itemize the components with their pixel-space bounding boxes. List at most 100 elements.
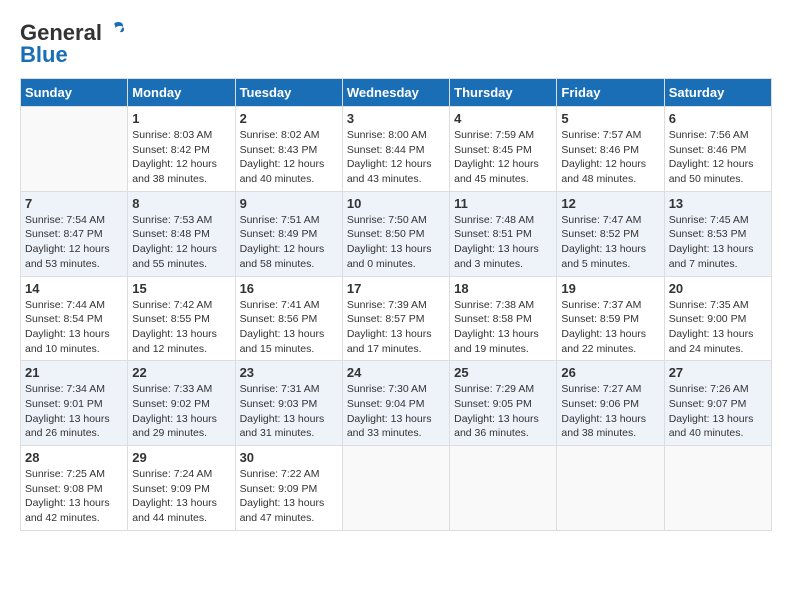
calendar-header-row: SundayMondayTuesdayWednesdayThursdayFrid… — [21, 79, 772, 107]
column-header-monday: Monday — [128, 79, 235, 107]
calendar-cell: 18 Sunrise: 7:38 AMSunset: 8:58 PMDayligh… — [450, 276, 557, 361]
calendar-week-3: 14 Sunrise: 7:44 AMSunset: 8:54 PMDayligh… — [21, 276, 772, 361]
calendar-cell: 26 Sunrise: 7:27 AMSunset: 9:06 PMDayligh… — [557, 361, 664, 446]
day-number: 7 — [25, 196, 123, 211]
day-number: 17 — [347, 281, 445, 296]
day-info: Sunrise: 7:34 AMSunset: 9:01 PMDaylight:… — [25, 382, 123, 441]
calendar-cell: 20Sunrise: 7:35 AMSunset: 9:00 PMDayligh… — [664, 276, 771, 361]
calendar: SundayMondayTuesdayWednesdayThursdayFrid… — [20, 78, 772, 531]
calendar-cell: 24 Sunrise: 7:30 AMSunset: 9:04 PMDayligh… — [342, 361, 449, 446]
calendar-cell: 16 Sunrise: 7:41 AMSunset: 8:56 PMDayligh… — [235, 276, 342, 361]
day-info: Sunrise: 7:26 AMSunset: 9:07 PMDaylight:… — [669, 382, 767, 441]
day-number: 9 — [240, 196, 338, 211]
calendar-cell: 21Sunrise: 7:34 AMSunset: 9:01 PMDayligh… — [21, 361, 128, 446]
day-info: Sunrise: 7:51 AMSunset: 8:49 PMDaylight:… — [240, 213, 338, 272]
day-info: Sunrise: 7:56 AMSunset: 8:46 PMDaylight:… — [669, 128, 767, 187]
calendar-cell: 9 Sunrise: 7:51 AMSunset: 8:49 PMDaylight… — [235, 191, 342, 276]
day-info: Sunrise: 8:02 AMSunset: 8:43 PMDaylight:… — [240, 128, 338, 187]
day-info: Sunrise: 7:53 AMSunset: 8:48 PMDaylight:… — [132, 213, 230, 272]
calendar-cell: 19 Sunrise: 7:37 AMSunset: 8:59 PMDayligh… — [557, 276, 664, 361]
day-number: 3 — [347, 111, 445, 126]
column-header-friday: Friday — [557, 79, 664, 107]
calendar-cell — [664, 446, 771, 531]
day-info: Sunrise: 7:50 AMSunset: 8:50 PMDaylight:… — [347, 213, 445, 272]
day-number: 13 — [669, 196, 767, 211]
calendar-cell: 30 Sunrise: 7:22 AMSunset: 9:09 PMDayligh… — [235, 446, 342, 531]
day-number: 18 — [454, 281, 552, 296]
day-info: Sunrise: 7:41 AMSunset: 8:56 PMDaylight:… — [240, 298, 338, 357]
column-header-saturday: Saturday — [664, 79, 771, 107]
calendar-cell: 12Sunrise: 7:47 AMSunset: 8:52 PMDayligh… — [557, 191, 664, 276]
day-info: Sunrise: 7:44 AMSunset: 8:54 PMDaylight:… — [25, 298, 123, 357]
day-info: Sunrise: 8:03 AMSunset: 8:42 PMDaylight:… — [132, 128, 230, 187]
day-info: Sunrise: 7:48 AMSunset: 8:51 PMDaylight:… — [454, 213, 552, 272]
calendar-week-4: 21Sunrise: 7:34 AMSunset: 9:01 PMDayligh… — [21, 361, 772, 446]
calendar-cell — [21, 107, 128, 192]
day-info: Sunrise: 7:37 AMSunset: 8:59 PMDaylight:… — [561, 298, 659, 357]
day-info: Sunrise: 7:24 AMSunset: 9:09 PMDaylight:… — [132, 467, 230, 526]
day-info: Sunrise: 7:29 AMSunset: 9:05 PMDaylight:… — [454, 382, 552, 441]
column-header-wednesday: Wednesday — [342, 79, 449, 107]
logo-bird-icon — [104, 20, 126, 42]
day-number: 29 — [132, 450, 230, 465]
day-info: Sunrise: 7:39 AMSunset: 8:57 PMDaylight:… — [347, 298, 445, 357]
calendar-week-1: 1Sunrise: 8:03 AMSunset: 8:42 PMDaylight… — [21, 107, 772, 192]
column-header-tuesday: Tuesday — [235, 79, 342, 107]
calendar-week-2: 7 Sunrise: 7:54 AMSunset: 8:47 PMDaylight… — [21, 191, 772, 276]
calendar-cell — [342, 446, 449, 531]
day-info: Sunrise: 7:33 AMSunset: 9:02 PMDaylight:… — [132, 382, 230, 441]
calendar-cell: 17 Sunrise: 7:39 AMSunset: 8:57 PMDayligh… — [342, 276, 449, 361]
day-info: Sunrise: 7:38 AMSunset: 8:58 PMDaylight:… — [454, 298, 552, 357]
calendar-cell: 7 Sunrise: 7:54 AMSunset: 8:47 PMDaylight… — [21, 191, 128, 276]
day-number: 4 — [454, 111, 552, 126]
calendar-cell: 2 Sunrise: 8:02 AMSunset: 8:43 PMDaylight… — [235, 107, 342, 192]
day-info: Sunrise: 7:47 AMSunset: 8:52 PMDaylight:… — [561, 213, 659, 272]
calendar-cell — [557, 446, 664, 531]
day-info: Sunrise: 7:22 AMSunset: 9:09 PMDaylight:… — [240, 467, 338, 526]
day-number: 15 — [132, 281, 230, 296]
calendar-cell: 5 Sunrise: 7:57 AMSunset: 8:46 PMDaylight… — [557, 107, 664, 192]
logo: General Blue — [20, 20, 126, 68]
day-number: 19 — [561, 281, 659, 296]
day-info: Sunrise: 7:54 AMSunset: 8:47 PMDaylight:… — [25, 213, 123, 272]
day-number: 2 — [240, 111, 338, 126]
day-number: 26 — [561, 365, 659, 380]
calendar-cell: 15Sunrise: 7:42 AMSunset: 8:55 PMDayligh… — [128, 276, 235, 361]
day-number: 27 — [669, 365, 767, 380]
day-number: 6 — [669, 111, 767, 126]
calendar-cell — [450, 446, 557, 531]
column-header-sunday: Sunday — [21, 79, 128, 107]
calendar-cell: 11Sunrise: 7:48 AMSunset: 8:51 PMDayligh… — [450, 191, 557, 276]
calendar-cell: 23 Sunrise: 7:31 AMSunset: 9:03 PMDayligh… — [235, 361, 342, 446]
day-info: Sunrise: 7:35 AMSunset: 9:00 PMDaylight:… — [669, 298, 767, 357]
day-number: 30 — [240, 450, 338, 465]
day-info: Sunrise: 7:30 AMSunset: 9:04 PMDaylight:… — [347, 382, 445, 441]
calendar-cell: 22 Sunrise: 7:33 AMSunset: 9:02 PMDayligh… — [128, 361, 235, 446]
calendar-cell: 27 Sunrise: 7:26 AMSunset: 9:07 PMDayligh… — [664, 361, 771, 446]
day-number: 23 — [240, 365, 338, 380]
calendar-cell: 10 Sunrise: 7:50 AMSunset: 8:50 PMDayligh… — [342, 191, 449, 276]
calendar-cell: 8Sunrise: 7:53 AMSunset: 8:48 PMDaylight… — [128, 191, 235, 276]
day-number: 22 — [132, 365, 230, 380]
calendar-cell: 29 Sunrise: 7:24 AMSunset: 9:09 PMDayligh… — [128, 446, 235, 531]
day-number: 16 — [240, 281, 338, 296]
day-number: 5 — [561, 111, 659, 126]
day-info: Sunrise: 7:31 AMSunset: 9:03 PMDaylight:… — [240, 382, 338, 441]
day-number: 24 — [347, 365, 445, 380]
day-number: 14 — [25, 281, 123, 296]
calendar-cell: 14 Sunrise: 7:44 AMSunset: 8:54 PMDayligh… — [21, 276, 128, 361]
day-number: 28 — [25, 450, 123, 465]
day-info: Sunrise: 7:59 AMSunset: 8:45 PMDaylight:… — [454, 128, 552, 187]
day-number: 25 — [454, 365, 552, 380]
day-info: Sunrise: 7:27 AMSunset: 9:06 PMDaylight:… — [561, 382, 659, 441]
day-info: Sunrise: 8:00 AMSunset: 8:44 PMDaylight:… — [347, 128, 445, 187]
calendar-cell: 3 Sunrise: 8:00 AMSunset: 8:44 PMDaylight… — [342, 107, 449, 192]
column-header-thursday: Thursday — [450, 79, 557, 107]
logo-blue-text: Blue — [20, 42, 68, 68]
calendar-week-5: 28Sunrise: 7:25 AMSunset: 9:08 PMDayligh… — [21, 446, 772, 531]
calendar-cell: 4 Sunrise: 7:59 AMSunset: 8:45 PMDaylight… — [450, 107, 557, 192]
calendar-cell: 6 Sunrise: 7:56 AMSunset: 8:46 PMDaylight… — [664, 107, 771, 192]
day-number: 10 — [347, 196, 445, 211]
header: General Blue — [20, 20, 772, 68]
day-info: Sunrise: 7:57 AMSunset: 8:46 PMDaylight:… — [561, 128, 659, 187]
